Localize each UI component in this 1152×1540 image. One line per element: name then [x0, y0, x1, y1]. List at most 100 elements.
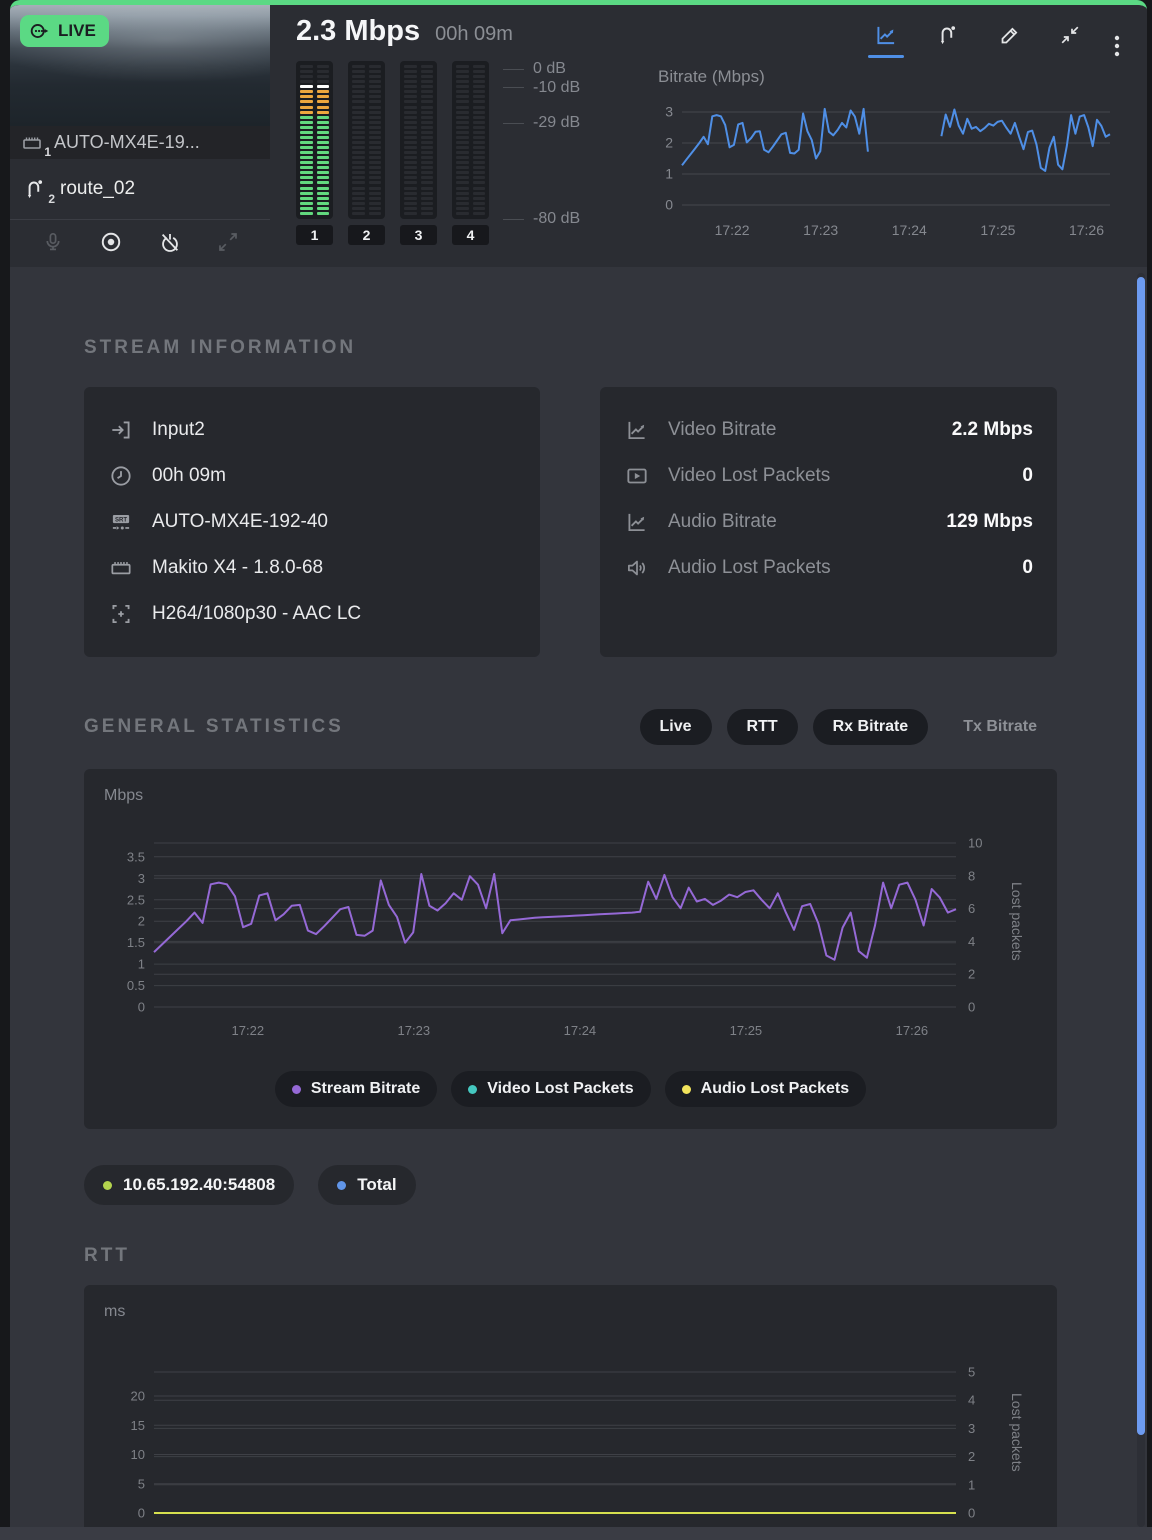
- svg-text:17:22: 17:22: [232, 1023, 265, 1038]
- svg-text:17:23: 17:23: [803, 222, 838, 238]
- filter-label: 10.65.192.40:54808: [123, 1175, 275, 1195]
- series-filter-pills: 10.65.192.40:54808 Total: [84, 1165, 1057, 1205]
- stream-detail-row: 00h 09m: [108, 453, 516, 499]
- legend-color-dot: [468, 1085, 477, 1094]
- scrollbar[interactable]: [1136, 273, 1147, 1527]
- general-statistics-heading: GENERAL STATISTICS: [84, 716, 344, 738]
- svg-text:0: 0: [665, 197, 673, 213]
- speaker-icon: [624, 555, 650, 581]
- general-statistics-card: Mbps 00.511.522.533.50246810Lost packets…: [84, 769, 1057, 1129]
- stream-metric-label: Audio Bitrate: [668, 511, 928, 533]
- svg-text:Lost packets: Lost packets: [1009, 882, 1025, 961]
- microphone-button[interactable]: [39, 228, 67, 256]
- source-name: AUTO-MX4E-19...: [54, 132, 200, 153]
- page-bottom-strip: [0, 1527, 1152, 1540]
- meter-column: [404, 65, 417, 215]
- stream-detail-text: H264/1080p30 - AAC LC: [152, 603, 361, 625]
- legend-label: Stream Bitrate: [311, 1080, 420, 1098]
- microphone-icon: [41, 230, 65, 254]
- svg-text:4: 4: [968, 1393, 975, 1408]
- bitrate-chart-icon: [624, 509, 650, 535]
- route-view-button[interactable]: [932, 19, 964, 51]
- live-icon: [29, 20, 51, 42]
- stream-metric-value: 0: [1022, 465, 1033, 487]
- stream-detail-text: Makito X4 - 1.8.0-68: [152, 557, 323, 579]
- svg-text:17:24: 17:24: [892, 222, 927, 238]
- scrollbar-thumb[interactable]: [1137, 277, 1145, 1435]
- general-statistics-chart[interactable]: 00.511.522.533.50246810Lost packets17:22…: [104, 811, 1037, 1063]
- audio-level-meters: 1234: [296, 61, 489, 245]
- tab-rtt[interactable]: RTT: [727, 709, 798, 745]
- meter-bar: [296, 61, 333, 219]
- codec-icon: [108, 601, 134, 627]
- legend-color-dot: [292, 1085, 301, 1094]
- stream-detail-text: 00h 09m: [152, 465, 226, 487]
- edit-button[interactable]: [994, 20, 1025, 51]
- svg-text:17:25: 17:25: [980, 222, 1015, 238]
- stream-metric-value: 0: [1022, 557, 1033, 579]
- svg-text:SRT: SRT: [115, 517, 127, 523]
- route-view-icon: [935, 22, 961, 48]
- meter-column: [473, 65, 486, 215]
- svg-text:0: 0: [138, 1000, 145, 1015]
- svg-text:2: 2: [138, 914, 145, 929]
- chart-view-icon: [873, 22, 899, 48]
- svg-text:2: 2: [665, 135, 673, 151]
- svg-text:2: 2: [968, 967, 975, 982]
- svg-text:0: 0: [968, 1506, 975, 1521]
- tab-rx-bitrate[interactable]: Rx Bitrate: [813, 709, 929, 745]
- stream-details-card: Input200h 09mSRTAUTO-MX4E-192-40Makito X…: [84, 387, 540, 657]
- rtt-heading: RTT: [84, 1245, 1057, 1267]
- svg-text:0: 0: [138, 1506, 145, 1521]
- db-scale-label: -80 dB: [503, 210, 580, 228]
- meter-column: [456, 65, 469, 215]
- kebab-menu-button[interactable]: [1103, 29, 1131, 63]
- svg-text:6: 6: [968, 901, 975, 916]
- tab-tx-bitrate[interactable]: Tx Bitrate: [943, 709, 1057, 745]
- header-toolbar: [640, 13, 1131, 57]
- header-bitrate-chart[interactable]: 012317:2217:2317:2417:2517:26: [640, 87, 1130, 245]
- expand-button[interactable]: [214, 228, 242, 256]
- record-button[interactable]: [96, 227, 126, 257]
- stream-metric-label: Audio Lost Packets: [668, 557, 1004, 579]
- stream-metric-row: Video Bitrate2.2 Mbps: [624, 407, 1033, 453]
- legend-label: Audio Lost Packets: [701, 1080, 849, 1098]
- meter-channel-label: 2: [348, 225, 385, 245]
- meter-bar: [452, 61, 489, 219]
- legend-stream-bitrate[interactable]: Stream Bitrate: [275, 1071, 437, 1107]
- svg-text:17:26: 17:26: [1069, 222, 1104, 238]
- legend-label: Video Lost Packets: [487, 1080, 633, 1098]
- svg-text:1: 1: [138, 957, 145, 972]
- legend-color-dot: [682, 1085, 691, 1094]
- chart-view-button[interactable]: [870, 19, 902, 51]
- meter-column: [369, 65, 382, 215]
- source-number: 1: [44, 145, 51, 159]
- stream-header: LIVE 1 AUTO-MX4E-19...: [10, 5, 1147, 267]
- svg-text:17:24: 17:24: [564, 1023, 597, 1038]
- kebab-menu-icon: [1107, 33, 1127, 59]
- tab-live[interactable]: Live: [640, 709, 712, 745]
- encoder-icon: [20, 131, 44, 155]
- power-off-button[interactable]: [155, 227, 185, 257]
- legend-video-lost-packets[interactable]: Video Lost Packets: [451, 1071, 650, 1107]
- video-thumbnail[interactable]: LIVE: [10, 5, 270, 126]
- meter-channel-3: 3: [400, 61, 437, 245]
- header-chart-title: Bitrate (Mbps): [658, 67, 1131, 87]
- db-scale-label: -29 dB: [503, 114, 580, 132]
- db-tick: [503, 123, 524, 124]
- filter-endpoint[interactable]: 10.65.192.40:54808: [84, 1165, 294, 1205]
- legend-audio-lost-packets[interactable]: Audio Lost Packets: [665, 1071, 866, 1107]
- stream-metric-value: 129 Mbps: [946, 511, 1033, 533]
- rtt-chart[interactable]: 05101520012345Lost packets17:2217:2317:2…: [104, 1327, 1037, 1527]
- video-icon: [624, 463, 650, 489]
- filter-total[interactable]: Total: [318, 1165, 415, 1205]
- svg-text:17:23: 17:23: [398, 1023, 431, 1038]
- stream-detail-row: SRTAUTO-MX4E-192-40: [108, 499, 516, 545]
- route-name: route_02: [60, 178, 135, 200]
- svg-text:3: 3: [968, 1421, 975, 1436]
- svg-text:1.5: 1.5: [127, 935, 145, 950]
- collapse-button[interactable]: [1055, 20, 1085, 50]
- stream-metric-value: 2.2 Mbps: [952, 419, 1033, 441]
- stream-detail-content: STREAM INFORMATION Input200h 09mSRTAUTO-…: [10, 337, 1147, 1527]
- meter-bar: [348, 61, 385, 219]
